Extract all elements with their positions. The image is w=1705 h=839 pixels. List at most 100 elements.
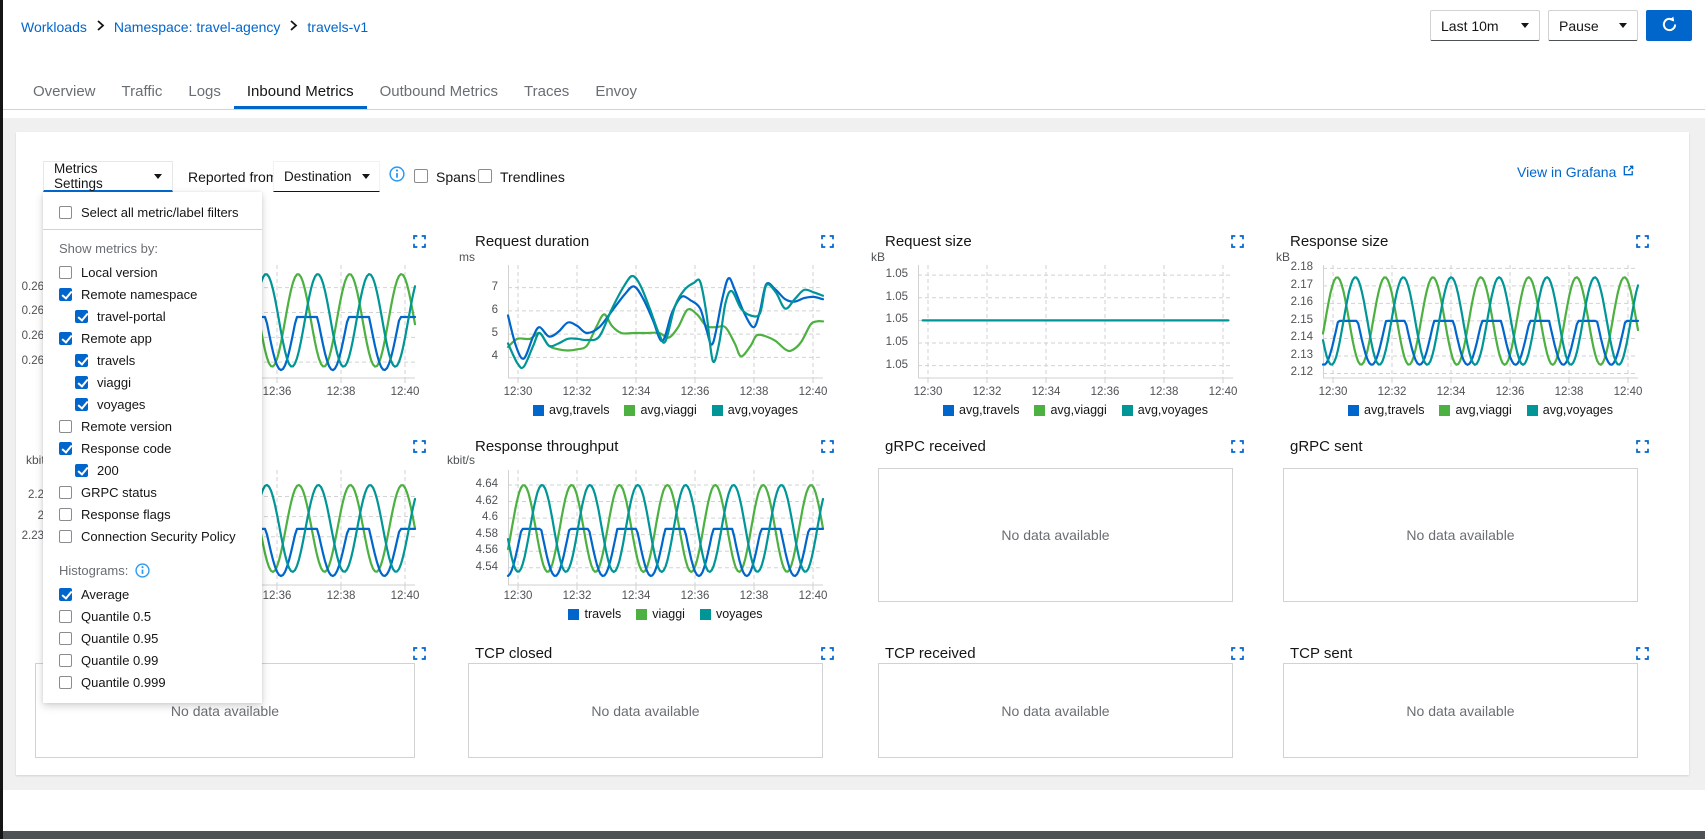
menu-checkbox-local-version[interactable] [59,266,72,279]
expand-chart-icon-response-throughput[interactable] [821,440,835,454]
expand-chart-icon-tcp-sent[interactable] [1636,647,1650,661]
expand-chart-icon-hidden-top-left[interactable] [413,235,427,249]
menu-checkbox-response-flags[interactable] [59,508,72,521]
legend-swatch [636,609,647,620]
tab-inbound-metrics[interactable]: Inbound Metrics [234,76,367,109]
x-tick-label: 12:36 [1082,386,1128,398]
legend-item-travels[interactable]: travels [568,607,621,621]
menu-checkbox-grpc-status[interactable] [59,486,72,499]
expand-chart-icon-tcp-closed[interactable] [821,647,835,661]
expand-chart-icon-hidden-mid-left[interactable] [413,440,427,454]
legend-label: avg,voyages [1543,403,1613,417]
menu-item-quantile-0-5[interactable]: Quantile 0.5 [43,605,262,627]
menu-item-local-version[interactable]: Local version [43,261,262,283]
menu-checkbox-200[interactable] [75,464,88,477]
y-tick-label: 2.13 [1258,349,1313,361]
menu-checkbox-remote-app[interactable] [59,332,72,345]
legend-item-avg-travels[interactable]: avg,travels [533,403,609,417]
menu-item-average[interactable]: Average [43,583,262,605]
breadcrumb-link-workloads[interactable]: Workloads [21,19,87,35]
metrics-settings-menu: Select all metric/label filters Show metr… [43,192,262,703]
legend-item-voyages[interactable]: voyages [700,607,763,621]
tab-envoy[interactable]: Envoy [582,76,650,109]
legend-item-avg-voyages[interactable]: avg,voyages [1527,403,1613,417]
menu-item-label: Select all metric/label filters [81,205,239,220]
menu-section-histograms-: Histograms: [43,557,262,583]
menu-checkbox-select-all-metric-label-filters[interactable] [59,206,72,219]
menu-checkbox-viaggi[interactable] [75,376,88,389]
legend-item-viaggi[interactable]: viaggi [636,607,685,621]
expand-chart-icon-request-size[interactable] [1231,235,1245,249]
menu-item-travel-portal[interactable]: travel-portal [43,305,262,327]
menu-checkbox-quantile-0-999[interactable] [59,676,72,689]
x-tick-label: 12:36 [1487,386,1533,398]
menu-item-travels[interactable]: travels [43,349,262,371]
menu-item-quantile-0-999[interactable]: Quantile 0.999 [43,671,262,693]
x-tick-label: 12:40 [382,386,428,398]
chart-legend-request-duration: avg,travels avg,viaggi avg,voyages [508,403,823,417]
expand-chart-icon-response-size[interactable] [1636,235,1650,249]
menu-item-select-all-metric-label-filters[interactable]: Select all metric/label filters [43,200,262,224]
tab-traces[interactable]: Traces [511,76,582,109]
no-data-text: No data available [1001,527,1109,543]
menu-checkbox-voyages[interactable] [75,398,88,411]
trendlines-checkbox[interactable] [478,169,492,183]
menu-item-remote-namespace[interactable]: Remote namespace [43,283,262,305]
tab-logs[interactable]: Logs [175,76,234,109]
metrics-settings-toggle[interactable]: Metrics Settings [43,161,173,192]
menu-item-response-flags[interactable]: Response flags [43,503,262,525]
menu-checkbox-response-code[interactable] [59,442,72,455]
spans-checkbox[interactable] [414,169,428,183]
menu-checkbox-travel-portal[interactable] [75,310,88,323]
menu-item-label: Quantile 0.95 [81,631,158,646]
menu-item-quantile-0-99[interactable]: Quantile 0.99 [43,649,262,671]
menu-item-remote-version[interactable]: Remote version [43,415,262,437]
menu-section-show-metrics-by-: Show metrics by: [43,235,262,261]
menu-item-viaggi[interactable]: viaggi [43,371,262,393]
legend-item-avg-travels[interactable]: avg,travels [943,403,1019,417]
breadcrumb-link-workload-name[interactable]: travels-v1 [307,19,368,35]
menu-checkbox-quantile-0-95[interactable] [59,632,72,645]
expand-chart-icon-hidden-bottom-left[interactable] [413,647,427,661]
menu-checkbox-average[interactable] [59,588,72,601]
breadcrumb-link-namespace[interactable]: Namespace: travel-agency [114,19,281,35]
menu-item-grpc-status[interactable]: GRPC status [43,481,262,503]
refresh-button[interactable] [1646,10,1692,41]
view-in-grafana-link[interactable]: View in Grafana [1517,164,1635,180]
legend-item-avg-travels[interactable]: avg,travels [1348,403,1424,417]
histograms-info-icon[interactable] [135,563,150,578]
tab-outbound-metrics[interactable]: Outbound Metrics [367,76,511,109]
legend-item-avg-voyages[interactable]: avg,voyages [712,403,798,417]
menu-item-response-code[interactable]: Response code [43,437,262,459]
menu-item-200[interactable]: 200 [43,459,262,481]
menu-item-connection-security-policy[interactable]: Connection Security Policy [43,525,262,547]
menu-checkbox-quantile-0-99[interactable] [59,654,72,667]
tab-traffic[interactable]: Traffic [109,76,176,109]
legend-item-avg-viaggi[interactable]: avg,viaggi [1034,403,1106,417]
expand-chart-icon-request-duration[interactable] [821,235,835,249]
reported-from-info-icon[interactable] [389,166,405,187]
menu-checkbox-remote-namespace[interactable] [59,288,72,301]
menu-checkbox-remote-version[interactable] [59,420,72,433]
refresh-interval-select[interactable]: Pause [1548,10,1638,41]
menu-item-quantile-0-95[interactable]: Quantile 0.95 [43,627,262,649]
tab-overview[interactable]: Overview [20,76,109,109]
expand-chart-icon-grpc-sent[interactable] [1636,440,1650,454]
menu-item-voyages[interactable]: voyages [43,393,262,415]
reported-from-select[interactable]: Destination [273,161,380,192]
expand-chart-icon-tcp-received[interactable] [1231,647,1245,661]
expand-chart-icon-grpc-received[interactable] [1231,440,1245,454]
menu-item-label: Response code [81,441,171,456]
menu-checkbox-travels[interactable] [75,354,88,367]
menu-checkbox-connection-security-policy[interactable] [59,530,72,543]
x-tick-label: 12:40 [1200,386,1246,398]
menu-item-remote-app[interactable]: Remote app [43,327,262,349]
duration-select[interactable]: Last 10m [1430,10,1540,41]
legend-item-avg-voyages[interactable]: avg,voyages [1122,403,1208,417]
legend-label: travels [584,607,621,621]
legend-item-avg-viaggi[interactable]: avg,viaggi [1439,403,1511,417]
legend-item-avg-viaggi[interactable]: avg,viaggi [624,403,696,417]
x-tick-label: 12:38 [1546,386,1592,398]
menu-item-label: Remote version [81,419,172,434]
menu-checkbox-quantile-0-5[interactable] [59,610,72,623]
